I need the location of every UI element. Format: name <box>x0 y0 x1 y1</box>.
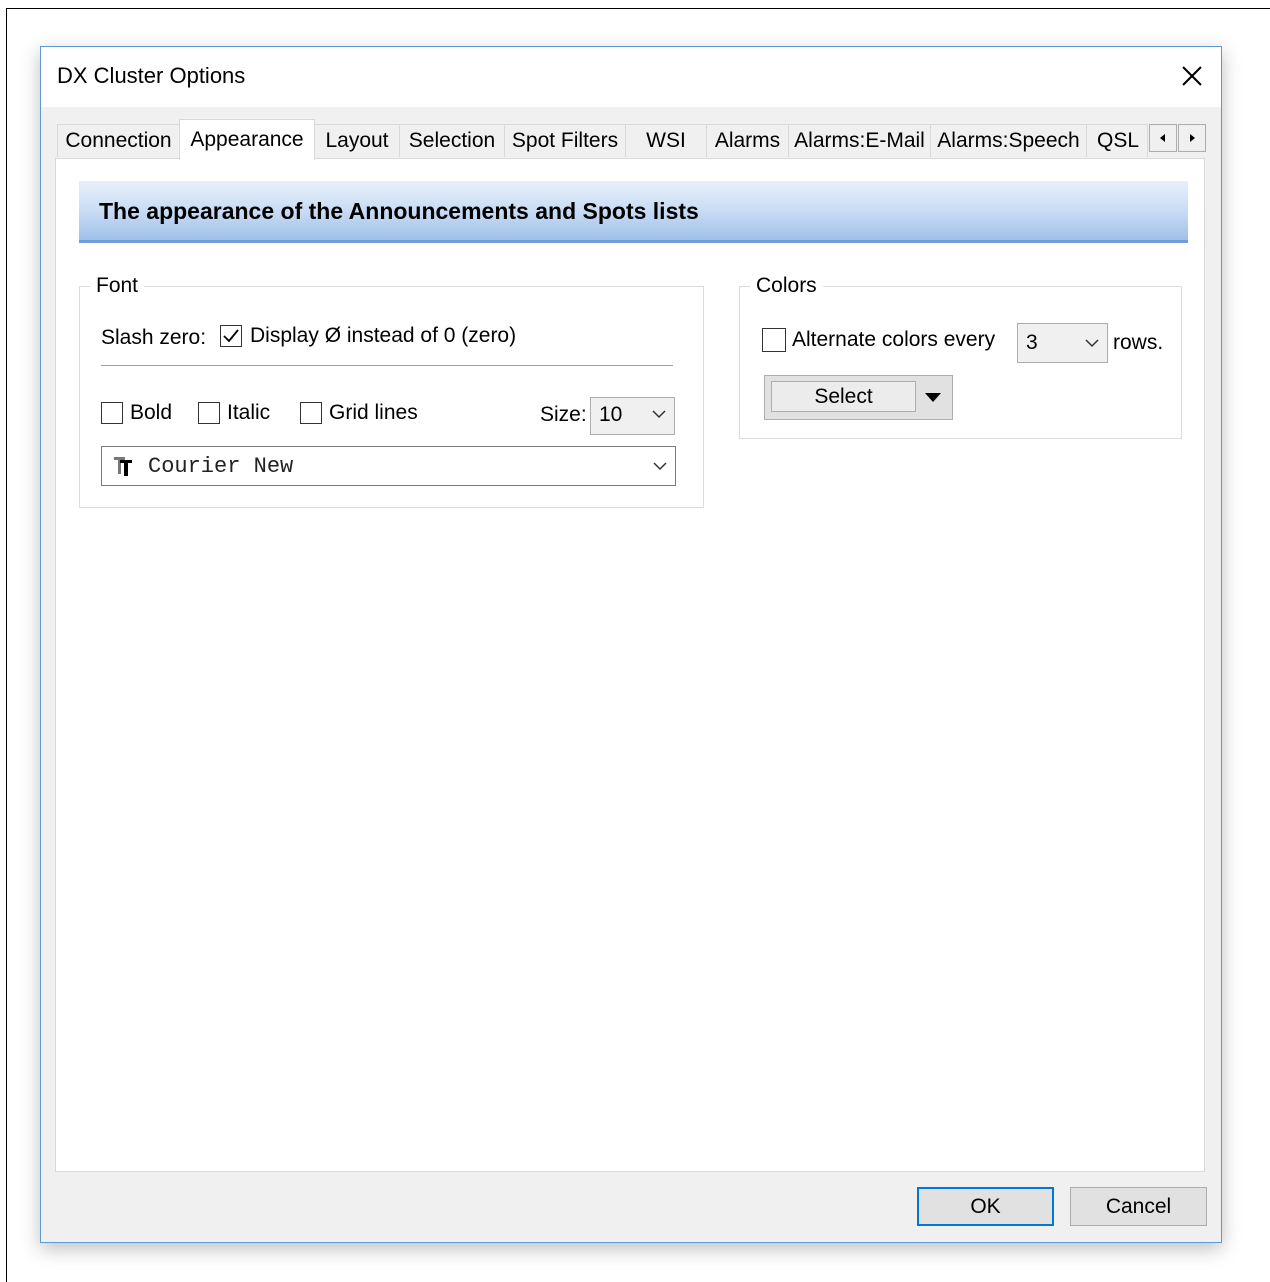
size-label: Size: <box>540 403 587 426</box>
tab-strip: Connection Appearance Layout Selection S… <box>57 119 1207 160</box>
checkmark-icon <box>223 329 239 343</box>
tab-label: QSL <box>1097 129 1140 152</box>
tab-selection[interactable]: Selection <box>399 124 505 157</box>
font-group: Font Slash zero: Display Ø instead of 0 … <box>79 274 704 508</box>
checkbox-box[interactable] <box>220 325 242 347</box>
italic-checkbox[interactable]: Italic <box>198 401 270 425</box>
page-header-banner: The appearance of the Announcements and … <box>79 181 1188 243</box>
tab-wsi[interactable]: WSI <box>625 124 707 157</box>
truetype-font-icon <box>114 457 132 476</box>
tab-label: Selection <box>408 129 496 152</box>
window-title: DX Cluster Options <box>57 63 246 88</box>
ok-button[interactable]: OK <box>917 1187 1054 1226</box>
checkbox-box[interactable] <box>101 402 123 424</box>
slash-zero-checkbox[interactable]: Display Ø instead of 0 (zero) <box>220 324 516 348</box>
title-bar: DX Cluster Options <box>41 47 1221 107</box>
tab-alarms-email[interactable]: Alarms:E-Mail <box>788 124 931 157</box>
rows-suffix-label: rows. <box>1113 331 1164 354</box>
select-colors-button[interactable]: Select <box>771 381 916 412</box>
checkbox-box[interactable] <box>762 328 786 352</box>
separator <box>101 365 673 366</box>
arrow-right-icon <box>1190 134 1195 142</box>
alternate-colors-label: Alternate colors every <box>792 328 996 351</box>
tab-scroll-left-button[interactable] <box>1149 124 1177 152</box>
colors-group: Colors Alternate colors every 3 rows. Se… <box>739 274 1182 439</box>
bold-checkbox-label: Bold <box>130 401 173 424</box>
cancel-button[interactable]: Cancel <box>1070 1187 1207 1226</box>
grid-lines-checkbox-label: Grid lines <box>329 401 418 424</box>
tab-scroll-right-button[interactable] <box>1178 124 1206 152</box>
checkbox-box[interactable] <box>198 402 220 424</box>
tab-label: WSI <box>646 129 686 152</box>
rows-interval-select[interactable]: 3 <box>1017 323 1108 363</box>
tab-label: Alarms:E-Mail <box>794 129 925 152</box>
chevron-down-icon <box>652 410 666 419</box>
tab-label: Layout <box>325 129 389 152</box>
slash-zero-label: Slash zero: <box>101 326 207 349</box>
font-name-value: Courier New <box>148 454 294 479</box>
rows-interval-value: 3 <box>1026 331 1038 354</box>
checkbox-box[interactable] <box>300 402 322 424</box>
select-colors-split-button: Select <box>764 375 953 420</box>
select-colors-dropdown-button[interactable] <box>918 381 948 414</box>
page-title: The appearance of the Announcements and … <box>99 198 699 224</box>
tab-label: Alarms <box>714 129 781 152</box>
appearance-tab-page: The appearance of the Announcements and … <box>55 158 1205 1172</box>
triangle-down-icon <box>925 392 941 402</box>
alternate-colors-checkbox[interactable]: Alternate colors every <box>762 328 995 352</box>
tab-label: Alarms:Speech <box>937 129 1080 152</box>
tab-label: Spot Filters <box>511 129 619 152</box>
tab-label: Connection <box>65 129 172 152</box>
chevron-down-icon <box>1085 339 1099 348</box>
close-button[interactable] <box>1173 59 1211 93</box>
bold-checkbox[interactable]: Bold <box>101 401 172 425</box>
chevron-down-icon <box>653 462 667 471</box>
tab-alarms-speech[interactable]: Alarms:Speech <box>930 124 1087 157</box>
tab-appearance[interactable]: Appearance <box>179 119 315 160</box>
tab-layout[interactable]: Layout <box>314 124 400 157</box>
tab-label: Appearance <box>190 128 304 151</box>
tab-alarms[interactable]: Alarms <box>706 124 789 157</box>
grid-lines-checkbox[interactable]: Grid lines <box>300 401 418 425</box>
arrow-left-icon <box>1160 134 1165 142</box>
font-size-select[interactable]: 10 <box>590 397 675 435</box>
tab-connection[interactable]: Connection <box>57 124 180 157</box>
tab-spot-filters[interactable]: Spot Filters <box>504 124 626 157</box>
italic-checkbox-label: Italic <box>227 401 271 424</box>
dx-cluster-options-dialog: DX Cluster Options Connection Appearance… <box>40 46 1222 1243</box>
font-name-select[interactable]: Courier New <box>101 446 676 486</box>
close-icon <box>1182 66 1202 86</box>
tab-qsl[interactable]: QSL <box>1086 124 1148 157</box>
colors-group-legend: Colors <box>750 274 823 298</box>
font-size-value: 10 <box>599 403 623 426</box>
slash-zero-checkbox-label: Display Ø instead of 0 (zero) <box>250 324 517 347</box>
font-group-legend: Font <box>90 274 145 298</box>
